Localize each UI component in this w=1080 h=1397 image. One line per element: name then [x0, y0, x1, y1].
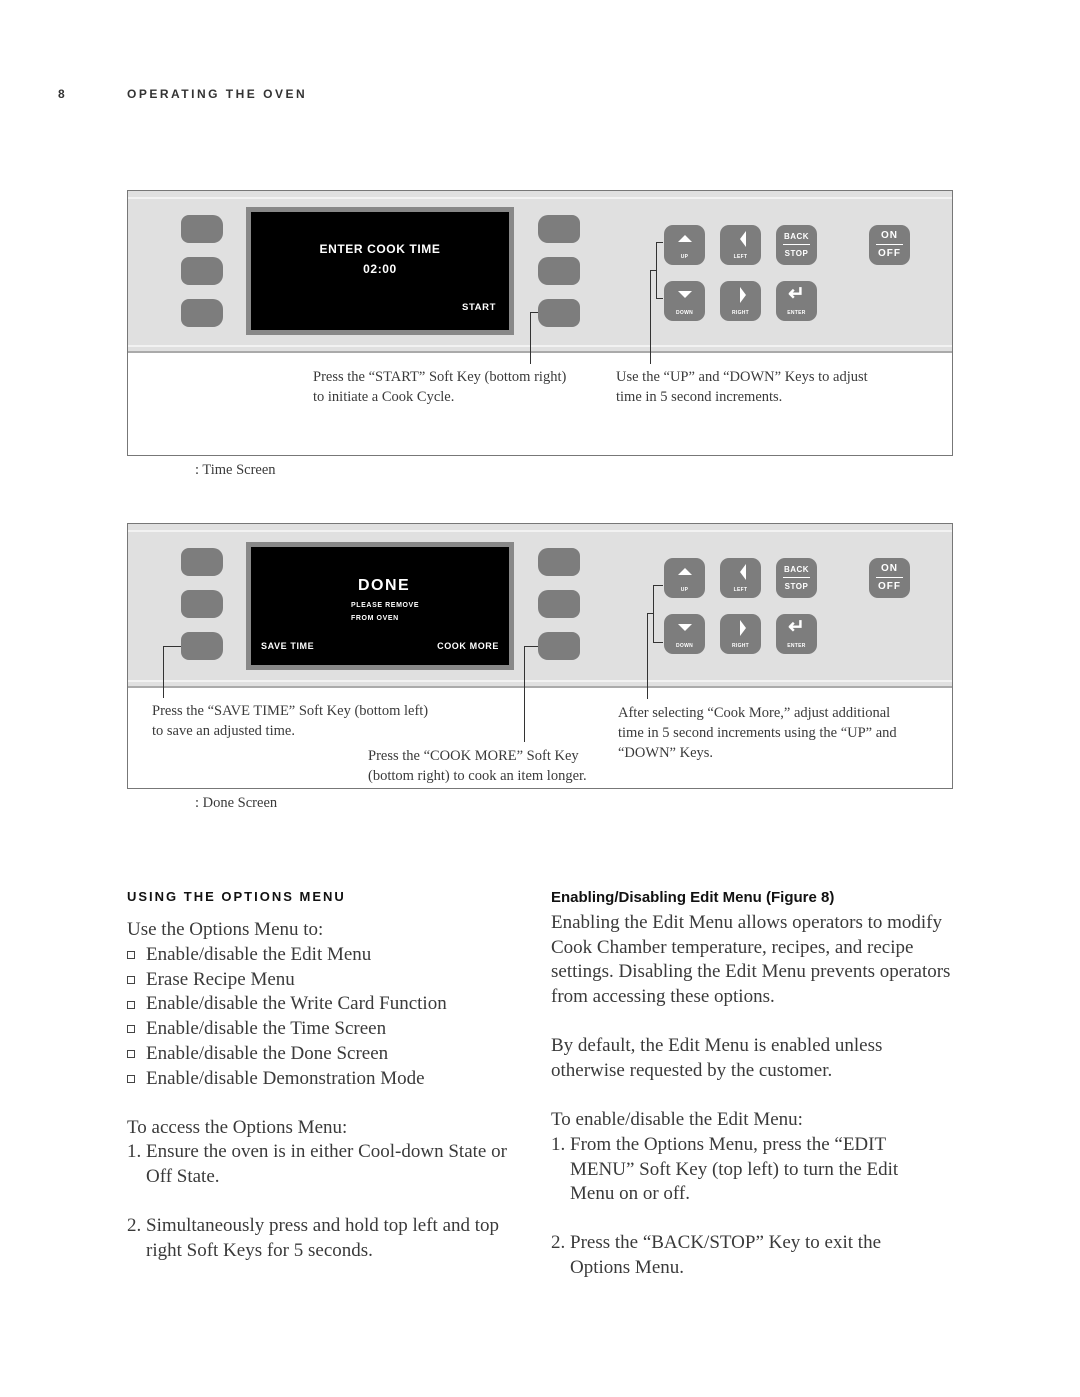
soft-key-bottom-right[interactable] [538, 632, 580, 660]
figure-done-screen: DONE PLEASE REMOVE FROM OVEN SAVE TIME C… [127, 523, 953, 789]
soft-key-middle-left[interactable] [181, 590, 223, 618]
left-key[interactable]: LEFT [720, 558, 761, 598]
list-item: Erase Recipe Menu [127, 968, 447, 993]
down-key[interactable]: DOWN [664, 614, 705, 654]
display-screen: DONE PLEASE REMOVE FROM OVEN SAVE TIME C… [251, 547, 509, 665]
leader-line [656, 242, 663, 243]
screen-title: DONE [358, 577, 411, 594]
soft-key-top-left[interactable] [181, 215, 223, 243]
checkbox-bullet-icon [127, 1025, 135, 1034]
section-heading-options-menu: USING THE OPTIONS MENU [127, 889, 346, 904]
screen-title: ENTER COOK TIME [319, 242, 441, 256]
screen-label-start: START [462, 302, 496, 313]
soft-key-bottom-right[interactable] [538, 299, 580, 327]
figure-time-screen: ENTER COOK TIME 02:00 START UP LEFT BACK… [127, 190, 953, 456]
checkbox-bullet-icon [127, 1000, 135, 1009]
down-key[interactable]: DOWN [664, 281, 705, 321]
list-item: Enable/disable the Write Card Function [127, 992, 447, 1017]
arrow-down-icon [677, 624, 692, 631]
arrow-left-icon [739, 231, 746, 247]
leader-line [653, 642, 663, 643]
soft-key-bottom-left[interactable] [181, 632, 223, 660]
screen-message-line-2: FROM OVEN [351, 615, 399, 622]
soft-key-middle-left[interactable] [181, 257, 223, 285]
access-step-2: 2. Simultaneously press and hold top lef… [127, 1215, 500, 1261]
up-key[interactable]: UP [664, 225, 705, 265]
arrow-up-icon [677, 235, 692, 242]
screen-message-line-1: PLEASE REMOVE [351, 602, 420, 609]
arrow-down-icon [677, 291, 692, 298]
callout-adjust-time: After selecting “Cook More,” adjust addi… [618, 705, 897, 761]
enter-return-icon: ↵ [788, 616, 805, 638]
control-panel: DONE PLEASE REMOVE FROM OVEN SAVE TIME C… [128, 524, 952, 688]
options-menu-list: Enable/disable the Edit Menu Erase Recip… [127, 943, 447, 1091]
checkbox-bullet-icon [127, 976, 135, 985]
list-item: Enable/disable Demonstration Mode [127, 1067, 447, 1092]
leader-line [653, 585, 663, 586]
enter-key[interactable]: ↵ ENTER [776, 614, 817, 654]
running-head: OPERATING THE OVEN [127, 87, 308, 101]
left-key[interactable]: LEFT [720, 225, 761, 265]
callout-start-key: Press the “START” Soft Key (bottom right… [313, 369, 567, 405]
soft-key-bottom-left[interactable] [181, 299, 223, 327]
arrow-up-icon [677, 568, 692, 575]
on-off-key[interactable]: ON OFF [869, 225, 910, 265]
edit-menu-step-2: 2. Press the “BACK/STOP” Key to exit the… [551, 1232, 882, 1278]
options-menu-intro: Use the Options Menu to: [127, 919, 324, 940]
on-off-key[interactable]: ON OFF [869, 558, 910, 598]
list-item: Enable/disable the Done Screen [127, 1042, 447, 1067]
leader-line [524, 646, 538, 647]
soft-key-middle-right[interactable] [538, 257, 580, 285]
callout-up-down-keys: Use the “UP” and “DOWN” Keys to adjust t… [616, 369, 868, 405]
callout-cook-more: Press the “COOK MORE” Soft Key (bottom r… [368, 748, 587, 784]
leader-line [530, 312, 531, 364]
control-panel: ENTER COOK TIME 02:00 START UP LEFT BACK… [128, 191, 952, 353]
access-options-intro: To access the Options Menu: [127, 1117, 348, 1138]
subheading-edit-menu: Enabling/Disabling Edit Menu (Figure 8) [551, 889, 835, 906]
right-key[interactable]: RIGHT [720, 281, 761, 321]
leader-line [650, 270, 651, 364]
leader-line [656, 298, 663, 299]
soft-key-top-right[interactable] [538, 548, 580, 576]
enter-return-icon: ↵ [788, 283, 805, 305]
back-stop-key[interactable]: BACK STOP [776, 558, 817, 598]
list-item: Enable/disable the Time Screen [127, 1017, 447, 1042]
soft-key-middle-right[interactable] [538, 590, 580, 618]
leader-line [163, 646, 181, 647]
arrow-right-icon [739, 620, 746, 636]
checkbox-bullet-icon [127, 1050, 135, 1059]
access-step-1: 1. Ensure the oven is in either Cool-dow… [127, 1141, 507, 1187]
display-frame: DONE PLEASE REMOVE FROM OVEN SAVE TIME C… [246, 542, 514, 670]
enter-key[interactable]: ↵ ENTER [776, 281, 817, 321]
arrow-left-icon [739, 564, 746, 580]
leader-line [524, 646, 525, 742]
edit-menu-paragraph-1: Enabling the Edit Menu allows operators … [551, 912, 951, 1008]
checkbox-bullet-icon [127, 1074, 135, 1083]
right-key[interactable]: RIGHT [720, 614, 761, 654]
screen-time-value: 02:00 [363, 262, 397, 276]
up-key[interactable]: UP [664, 558, 705, 598]
leader-line [530, 312, 538, 313]
screen-label-cook-more: COOK MORE [437, 641, 499, 651]
edit-menu-steps-intro: To enable/disable the Edit Menu: [551, 1109, 803, 1130]
display-screen: ENTER COOK TIME 02:00 START [251, 212, 509, 330]
leader-line [656, 242, 657, 298]
back-stop-key[interactable]: BACK STOP [776, 225, 817, 265]
soft-key-top-left[interactable] [181, 548, 223, 576]
checkbox-bullet-icon [127, 951, 135, 960]
figure-caption-time-screen: : Time Screen [195, 462, 276, 478]
callout-save-time: Press the “SAVE TIME” Soft Key (bottom l… [152, 703, 429, 739]
screen-label-save-time: SAVE TIME [261, 641, 315, 651]
arrow-right-icon [739, 287, 746, 303]
figure-caption-done-screen: : Done Screen [195, 795, 278, 811]
leader-line [163, 646, 164, 698]
page-number: 8 [58, 87, 66, 101]
display-frame: ENTER COOK TIME 02:00 START [246, 207, 514, 335]
leader-line [647, 613, 648, 699]
leader-line [653, 585, 654, 642]
edit-menu-step-1: 1. From the Options Menu, press the “EDI… [551, 1134, 899, 1205]
edit-menu-paragraph-2: By default, the Edit Menu is enabled unl… [551, 1035, 883, 1081]
soft-key-top-right[interactable] [538, 215, 580, 243]
list-item: Enable/disable the Edit Menu [127, 943, 447, 968]
